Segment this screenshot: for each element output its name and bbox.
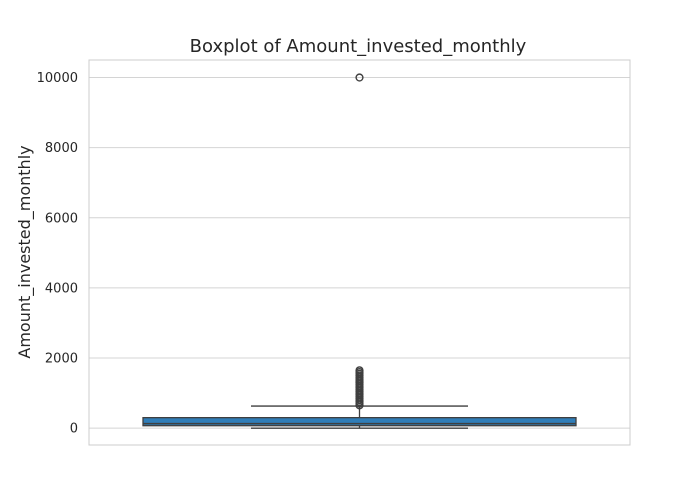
y-axis-label: Amount_invested_monthly [15, 145, 35, 358]
y-tick-label: 2000 [45, 352, 78, 367]
iqr-box [142, 417, 577, 427]
y-tick-label: 6000 [45, 211, 78, 226]
chart-title: Boxplot of Amount_invested_monthly [190, 36, 527, 57]
y-tick-label: 0 [70, 422, 78, 437]
y-tick-label: 8000 [45, 141, 78, 156]
y-tick-label: 4000 [45, 281, 78, 296]
boxplot-chart: 0 2000 4000 6000 8000 10000 Boxplot of Amount… [0, 0, 700, 500]
y-tick-label: 10000 [37, 71, 78, 86]
